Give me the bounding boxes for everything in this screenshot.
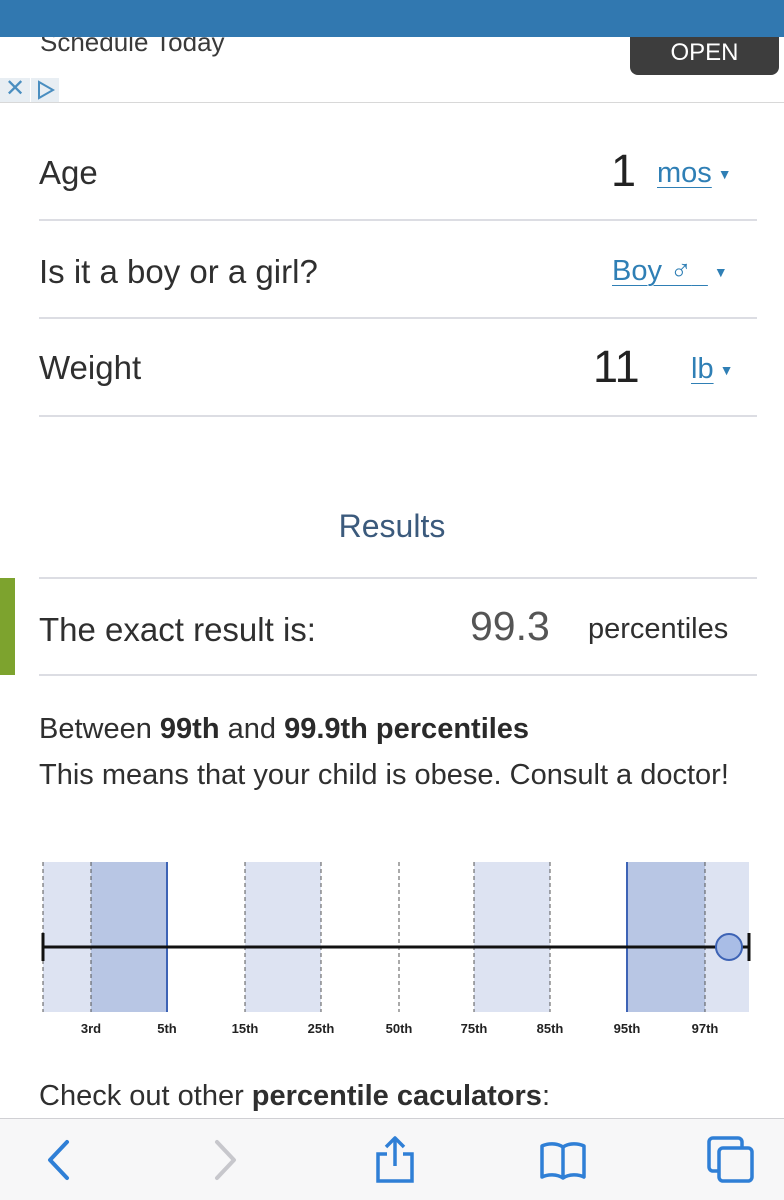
exact-result-label: The exact result is: bbox=[39, 611, 316, 648]
tick-label-95th: 95th bbox=[614, 1021, 641, 1036]
weight-unit-select[interactable]: lb ▼ bbox=[691, 353, 733, 386]
result-message: This means that your child is obese. Con… bbox=[39, 759, 729, 791]
ad-close-icon[interactable]: ✕ bbox=[0, 77, 30, 102]
tick-label-97th: 97th bbox=[692, 1021, 719, 1036]
tick-label-3rd: 3rd bbox=[81, 1021, 101, 1036]
tick-label-5th: 5th bbox=[157, 1021, 177, 1036]
dropdown-caret-icon: ▼ bbox=[719, 362, 734, 379]
calculators-link[interactable]: percentile caculators bbox=[252, 1080, 542, 1112]
percentile-band-0 bbox=[43, 862, 91, 1012]
ad-text[interactable]: Schedule Today bbox=[40, 37, 225, 58]
age-row: Age 1 mos ▼ bbox=[39, 120, 757, 221]
weight-label: Weight bbox=[39, 349, 142, 386]
sex-value: Boy ♂ bbox=[612, 255, 692, 287]
share-icon[interactable] bbox=[370, 1135, 420, 1185]
browser-top-bar bbox=[0, 0, 784, 37]
between-prefix: Between bbox=[39, 713, 160, 745]
percentile-chart: 3rd 5th 15th 25th 50th 75th 85th 95th 97th bbox=[41, 862, 751, 1036]
between-mid: and bbox=[219, 713, 285, 745]
forward-icon[interactable] bbox=[200, 1135, 250, 1185]
check-suffix: : bbox=[541, 1080, 550, 1112]
age-input[interactable]: 1 bbox=[611, 145, 636, 197]
bookmarks-icon[interactable] bbox=[538, 1135, 588, 1185]
tick-label-85th: 85th bbox=[537, 1021, 564, 1036]
results-heading: Results bbox=[338, 508, 446, 544]
result-accent-bar bbox=[0, 578, 15, 675]
percentile-band-1 bbox=[91, 862, 167, 1012]
tick-label-25th: 25th bbox=[308, 1021, 335, 1036]
exact-result-row: The exact result is: 99.3 percentiles bbox=[39, 577, 757, 676]
age-unit-label: mos bbox=[657, 157, 712, 189]
back-icon[interactable] bbox=[34, 1135, 84, 1185]
browser-toolbar bbox=[0, 1118, 784, 1200]
ad-choices-icon[interactable] bbox=[31, 78, 59, 102]
weight-row: Weight 11 lb ▼ bbox=[39, 319, 757, 417]
percentile-marker bbox=[715, 933, 743, 961]
tick-label-50th: 50th bbox=[386, 1021, 413, 1036]
result-explanation: Between 99th and 99.9th percentiles This… bbox=[39, 706, 739, 798]
sex-select[interactable]: Boy ♂ ▼ bbox=[612, 255, 728, 288]
other-calculators-text: Check out other percentile caculators: bbox=[39, 1080, 550, 1113]
tabs-icon[interactable] bbox=[706, 1135, 756, 1185]
check-prefix: Check out other bbox=[39, 1080, 252, 1112]
exact-result-unit: percentiles bbox=[588, 613, 729, 645]
tick-label-15th: 15th bbox=[232, 1021, 259, 1036]
weight-input[interactable]: 11 bbox=[593, 341, 640, 393]
ad-open-button[interactable]: OPEN bbox=[630, 37, 779, 75]
age-label: Age bbox=[39, 154, 98, 191]
between-low: 99th bbox=[159, 713, 220, 745]
tick-label-75th: 75th bbox=[461, 1021, 488, 1036]
percentile-band-3 bbox=[474, 862, 550, 1012]
percentile-band-2 bbox=[245, 862, 321, 1012]
sex-row: Is it a boy or a girl? Boy ♂ ▼ bbox=[39, 221, 757, 319]
exact-result-value[interactable]: 99.3 bbox=[470, 603, 560, 650]
percentile-band-4 bbox=[627, 862, 705, 1012]
age-unit-select[interactable]: mos ▼ bbox=[657, 157, 732, 190]
dropdown-caret-icon: ▼ bbox=[713, 264, 728, 281]
dropdown-caret-icon: ▼ bbox=[717, 166, 732, 183]
between-high: 99.9th percentiles bbox=[284, 713, 530, 745]
ad-banner[interactable]: Schedule Today OPEN ✕ bbox=[0, 37, 784, 103]
weight-unit-label: lb bbox=[691, 353, 714, 385]
sex-label: Is it a boy or a girl? bbox=[39, 253, 318, 290]
